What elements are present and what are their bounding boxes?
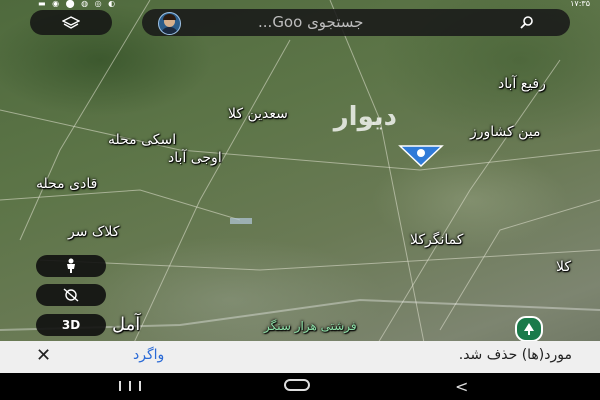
search-icon[interactable] xyxy=(520,15,534,29)
close-icon[interactable]: ✕ xyxy=(36,345,51,366)
poi-label-hezar-sangar[interactable]: فرشتی هزار سنگر xyxy=(264,319,357,333)
compass-button[interactable] xyxy=(36,284,106,306)
android-nav-bar: < xyxy=(0,373,600,400)
status-bar: ▬ ◉ ⬤ ◍ ◎ ◐ ۱۷:۳۵ xyxy=(0,0,600,8)
search-input[interactable]: جستجوی Goo... xyxy=(258,13,363,31)
location-marker-icon xyxy=(398,145,444,168)
place-label-kola-edge[interactable]: کلا xyxy=(556,259,571,275)
avatar[interactable] xyxy=(158,12,181,35)
place-label-kamangar-kola[interactable]: کمانگرکلا xyxy=(410,232,463,248)
place-label-askimahalleh[interactable]: اسکی محله xyxy=(108,132,176,148)
compass-off-icon xyxy=(63,288,79,302)
layers-button[interactable] xyxy=(30,10,112,35)
3d-toggle-button[interactable]: 3D xyxy=(36,314,106,336)
status-time: ۱۷:۳۵ xyxy=(570,0,590,8)
place-label-zamin-keshavarzi[interactable]: مین کشاورز xyxy=(470,124,541,140)
place-label-oji-abad[interactable]: اوجی آباد xyxy=(168,150,222,166)
status-icons: ▬ ◉ ⬤ ◍ ◎ ◐ xyxy=(38,0,118,8)
home-icon[interactable] xyxy=(284,379,310,391)
watermark-logo: دیوار xyxy=(333,102,397,132)
snackbar-message: مورد(ها) حذف شد. xyxy=(458,347,572,363)
search-bar[interactable]: جستجوی Goo... xyxy=(142,9,570,36)
layers-icon xyxy=(62,15,80,29)
pegman-icon xyxy=(67,258,75,273)
snackbar: ✕ واگرد مورد(ها) حذف شد. xyxy=(0,341,600,373)
place-label-kala-sar[interactable]: کلاک سر xyxy=(68,224,119,240)
recent-apps-icon[interactable] xyxy=(116,380,144,392)
place-label-rafi-abad[interactable]: رفیع آباد xyxy=(498,76,546,92)
street-view-button[interactable] xyxy=(36,255,106,277)
place-label-ghadi-mahalleh[interactable]: قادی محله xyxy=(36,176,97,192)
place-label-amol[interactable]: آمل xyxy=(112,314,140,335)
undo-button[interactable]: واگرد xyxy=(133,347,164,363)
place-label-sadin-kola[interactable]: سعدین کلا xyxy=(228,106,288,122)
tree-poi-icon[interactable] xyxy=(515,316,543,342)
location-marker[interactable] xyxy=(396,142,446,172)
back-icon[interactable]: < xyxy=(455,377,468,396)
